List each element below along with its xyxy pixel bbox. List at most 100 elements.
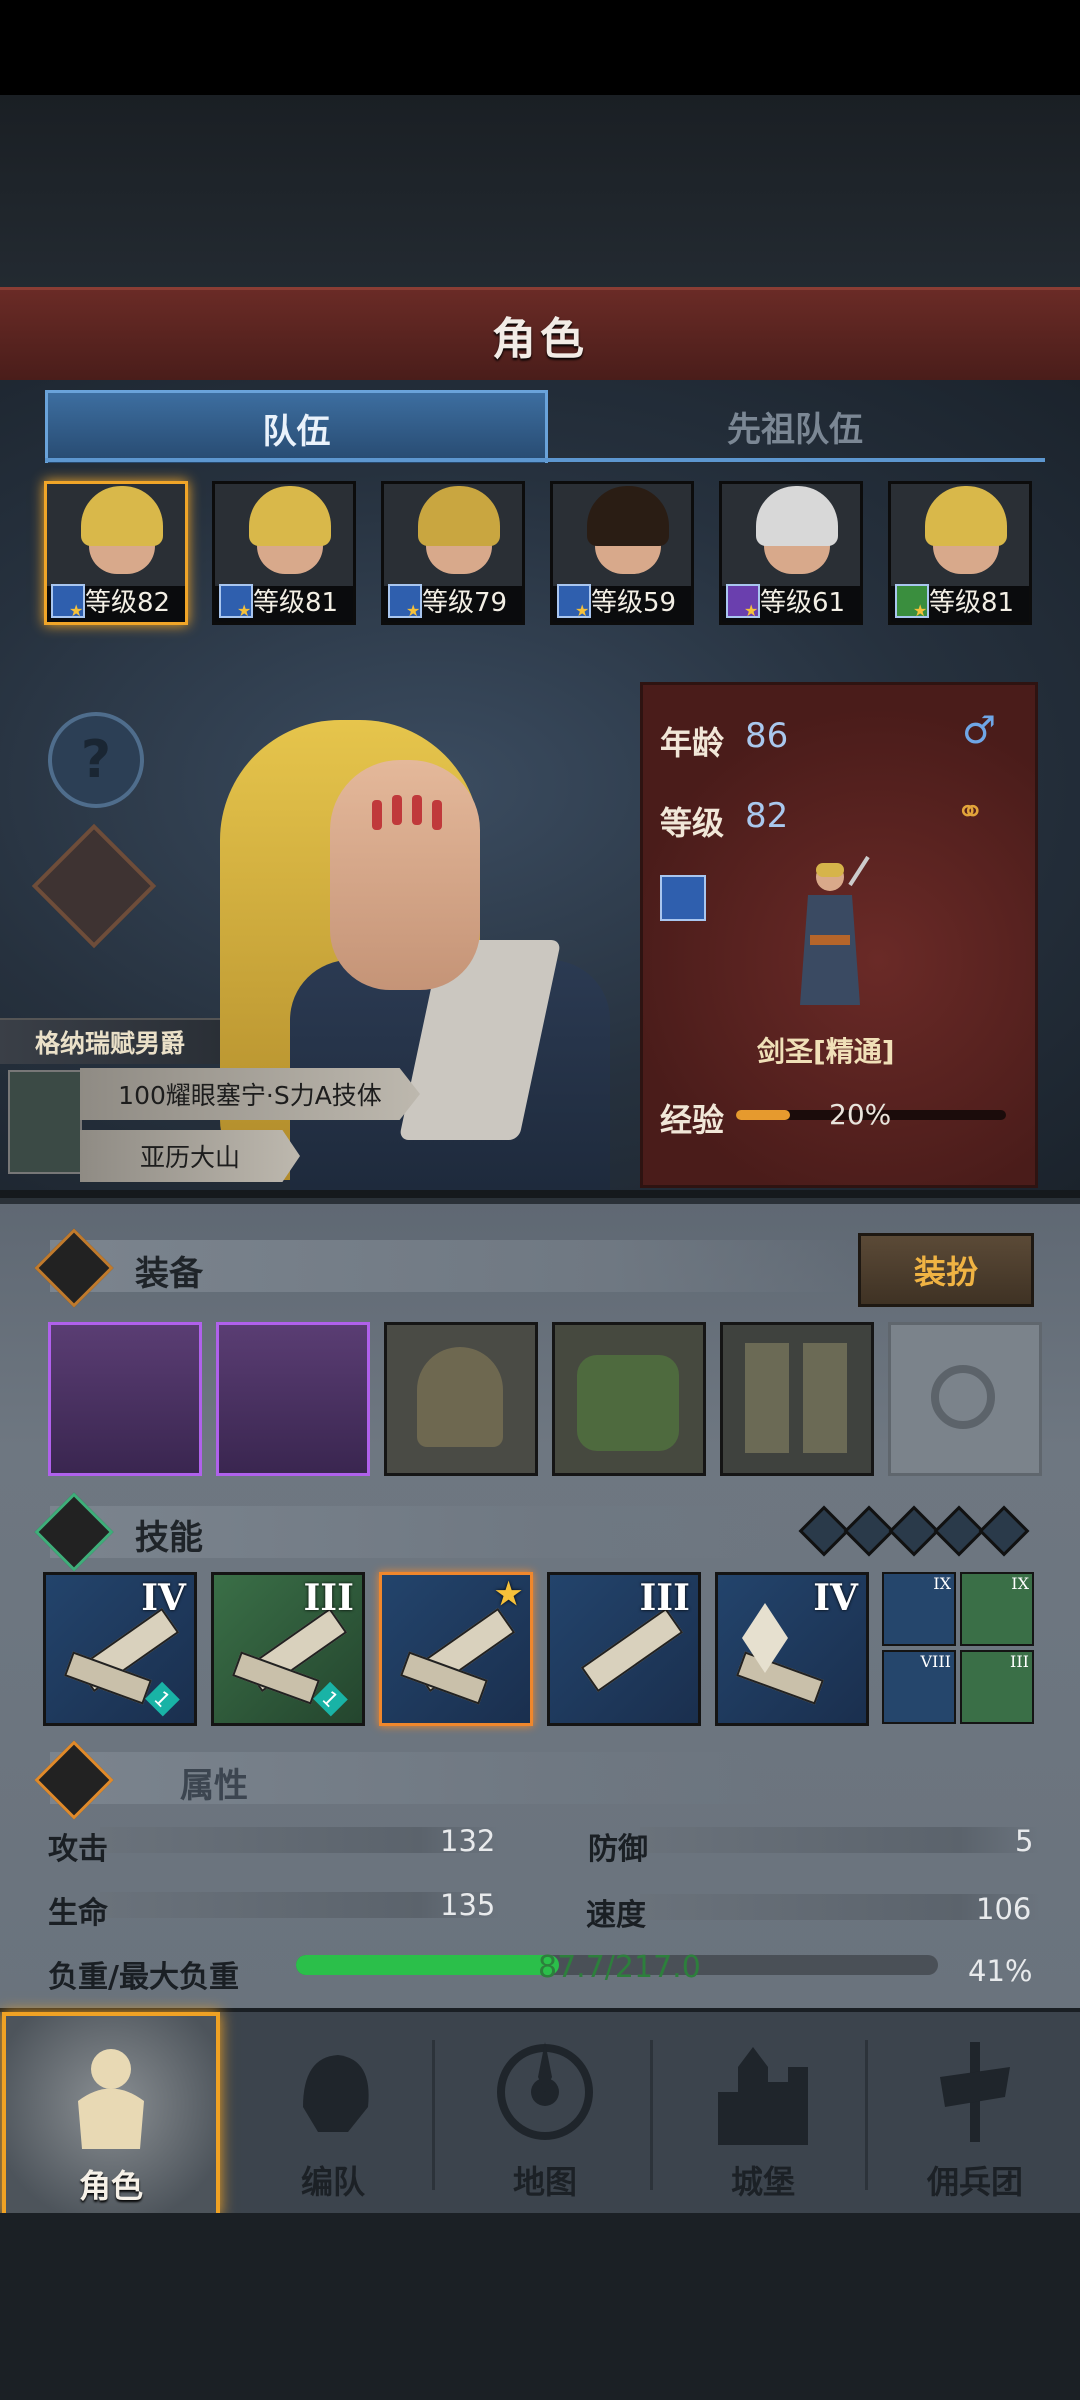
castle-icon (718, 2047, 808, 2145)
hero-portrait-face (330, 760, 480, 990)
nav-formation[interactable]: 编队 (228, 2012, 438, 2209)
status-bar-area (0, 0, 1080, 95)
load-value: 87.7/217.0 (538, 1950, 701, 1985)
tab-team-label: 队伍 (262, 411, 331, 452)
skill-badge: 1 (313, 1681, 348, 1717)
nav-label: 编队 (300, 2163, 365, 2201)
question-icon: ? (80, 730, 112, 790)
equipment-title: 装备 (135, 1254, 203, 1294)
tab-ancestor-label: 先祖队伍 (727, 409, 863, 450)
nav-castle[interactable]: 城堡 (658, 2012, 868, 2209)
nav-label: 地图 (512, 2163, 577, 2201)
hero-birthplace: 亚历大山 (139, 1143, 240, 1172)
star-icon: ★ (744, 601, 759, 620)
skill-slot-4[interactable]: III (547, 1572, 701, 1726)
hero-title-plate: 格纳瑞赋男爵 (0, 1018, 220, 1064)
crossed-axes-banner-icon (8, 1070, 82, 1174)
attributes-title: 属性 (180, 1766, 248, 1806)
skill-rank: IX (1011, 1574, 1029, 1593)
nav-character[interactable]: 角色 (2, 2012, 220, 2217)
warpaint-mark (412, 795, 422, 825)
page-header: 角色 (0, 287, 1080, 383)
tab-ancestor-team[interactable]: 先祖队伍 (545, 395, 1045, 457)
equip-slot-weapon[interactable] (48, 1322, 202, 1476)
tab-underline (45, 458, 1045, 462)
skill-slot-2[interactable]: III 1 (211, 1572, 365, 1726)
skill-star: ★ (495, 1577, 522, 1612)
load-bar-fill (296, 1955, 560, 1975)
roster-portrait-5[interactable]: ★ 等级61 (719, 481, 863, 625)
roster-level: 等级61 (760, 588, 846, 618)
nav-map[interactable]: 地图 (440, 2012, 650, 2209)
attack-label: 攻击 (48, 1832, 108, 1867)
passive-skill-2[interactable]: IX (960, 1572, 1034, 1646)
tab-team[interactable]: 队伍 (45, 390, 548, 463)
roster-portrait-3[interactable]: ★ 等级79 (381, 481, 525, 625)
page-title: 角色 (492, 314, 588, 365)
equip-slot-offhand[interactable] (216, 1322, 370, 1476)
load-percent: 41% (968, 1954, 1033, 1988)
passive-skill-3[interactable]: VIII (882, 1650, 956, 1724)
star-icon: ★ (237, 601, 252, 620)
nav-divider (650, 2040, 653, 2190)
skill-rank: III (1010, 1652, 1029, 1671)
roster-portrait-6[interactable]: ★ 等级81 (888, 481, 1032, 625)
portrait-hair (418, 486, 500, 546)
ring-icon[interactable]: ⚭ (956, 792, 985, 832)
armor-icon (577, 1355, 679, 1451)
equip-slot-armor[interactable] (552, 1322, 706, 1476)
class-name: 剑圣[精通] (757, 1035, 895, 1068)
skill-slot-3[interactable]: ★ (379, 1572, 533, 1726)
portrait-hair (756, 486, 838, 546)
skill-rank: III (639, 1577, 690, 1619)
roster-portrait-1[interactable]: ★ 等级82 (44, 481, 188, 625)
skill-rank: IX (933, 1574, 951, 1593)
equip-slot-hood[interactable] (384, 1322, 538, 1476)
age-label: 年龄 (660, 724, 725, 762)
warpaint-mark (432, 800, 442, 830)
nav-label: 角色 (78, 2167, 143, 2205)
male-icon: ♂ (962, 708, 997, 752)
exp-label: 经验 (660, 1101, 725, 1139)
star-icon: ★ (913, 601, 928, 620)
dress-up-button[interactable]: 装扮 (858, 1233, 1034, 1307)
speed-label: 速度 (586, 1898, 646, 1933)
roster-level: 等级81 (253, 588, 339, 618)
roster-level: 等级81 (929, 588, 1015, 618)
skill-badge: 1 (145, 1681, 180, 1717)
skill-slot-1[interactable]: IV 1 (43, 1572, 197, 1726)
nav-label: 城堡 (730, 2163, 795, 2201)
hood-icon (417, 1347, 503, 1447)
warpaint-mark (392, 795, 402, 825)
defense-value: 5 (1015, 1824, 1034, 1858)
hero-birthplace-plate: 亚历大山 (80, 1130, 300, 1182)
star-icon: ★ (69, 601, 84, 620)
skill-slot-5[interactable]: IV (715, 1572, 869, 1726)
roster-portrait-2[interactable]: ★ 等级81 (212, 481, 356, 625)
system-nav-area (0, 2213, 1080, 2400)
equip-slot-ring[interactable] (888, 1322, 1042, 1476)
nav-mercenary[interactable]: 佣兵团 (870, 2012, 1080, 2209)
helmet-icon (303, 2055, 369, 2132)
star-icon: ★ (575, 601, 590, 620)
equip-slot-boots[interactable] (720, 1322, 874, 1476)
portrait-hair (925, 486, 1007, 546)
star-icon: ★ (406, 601, 421, 620)
attack-value: 132 (440, 1824, 496, 1858)
attributes-header (50, 1752, 770, 1804)
level-value: 82 (745, 796, 789, 836)
age-value: 86 (745, 716, 789, 756)
passive-skill-4[interactable]: III (960, 1650, 1034, 1724)
hp-value: 135 (440, 1888, 496, 1922)
nav-label: 佣兵团 (926, 2163, 1023, 2201)
passive-skill-1[interactable]: IX (882, 1572, 956, 1646)
compass-icon (497, 2042, 593, 2140)
exp-bar-fill (736, 1110, 790, 1120)
boots-icon (745, 1343, 789, 1453)
skills-title: 技能 (135, 1518, 203, 1558)
portrait-hair (81, 486, 163, 546)
roster-portrait-4[interactable]: ★ 等级59 (550, 481, 694, 625)
roster-level: 等级82 (85, 588, 171, 618)
sword-class-icon (660, 875, 706, 921)
help-button[interactable]: ? (48, 712, 144, 808)
